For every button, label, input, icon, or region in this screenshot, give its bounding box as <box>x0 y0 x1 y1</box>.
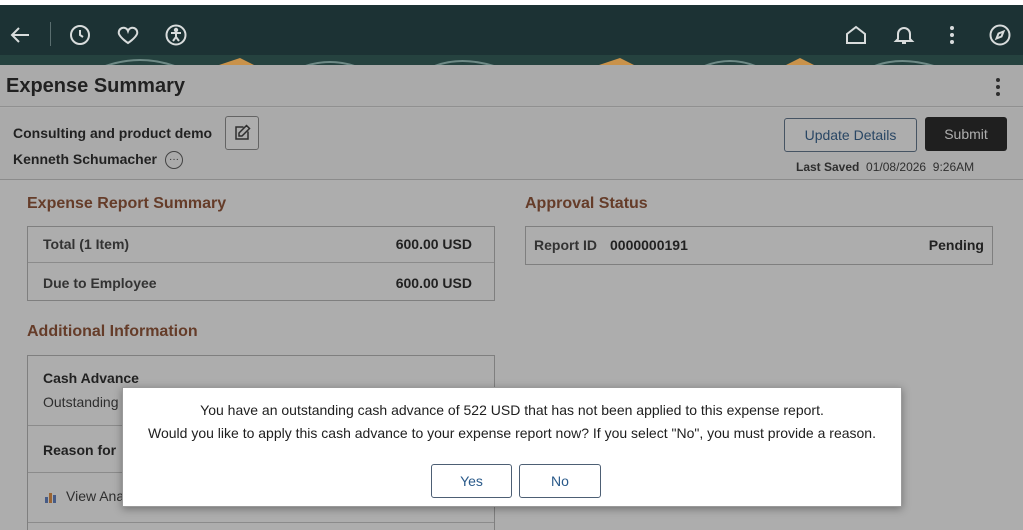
history-icon[interactable] <box>66 21 94 49</box>
accessibility-icon[interactable] <box>162 21 190 49</box>
cash-advance-dialog: You have an outstanding cash advance of … <box>122 387 902 507</box>
no-button[interactable]: No <box>519 464 601 498</box>
banner-pattern-icon <box>105 58 934 65</box>
kebab-icon[interactable] <box>938 21 966 49</box>
compass-icon[interactable] <box>986 21 1014 49</box>
home-icon[interactable] <box>842 21 870 49</box>
top-nav-bar <box>0 5 1023 55</box>
back-arrow-icon[interactable] <box>6 21 34 49</box>
nav-divider <box>50 22 51 46</box>
heart-icon[interactable] <box>114 21 142 49</box>
bell-icon[interactable] <box>890 21 918 49</box>
yes-button[interactable]: Yes <box>431 464 512 498</box>
dialog-message-line-1: You have an outstanding cash advance of … <box>200 402 824 418</box>
dialog-message-line-2: Would you like to apply this cash advanc… <box>148 425 876 441</box>
decorative-banner <box>0 55 1023 65</box>
